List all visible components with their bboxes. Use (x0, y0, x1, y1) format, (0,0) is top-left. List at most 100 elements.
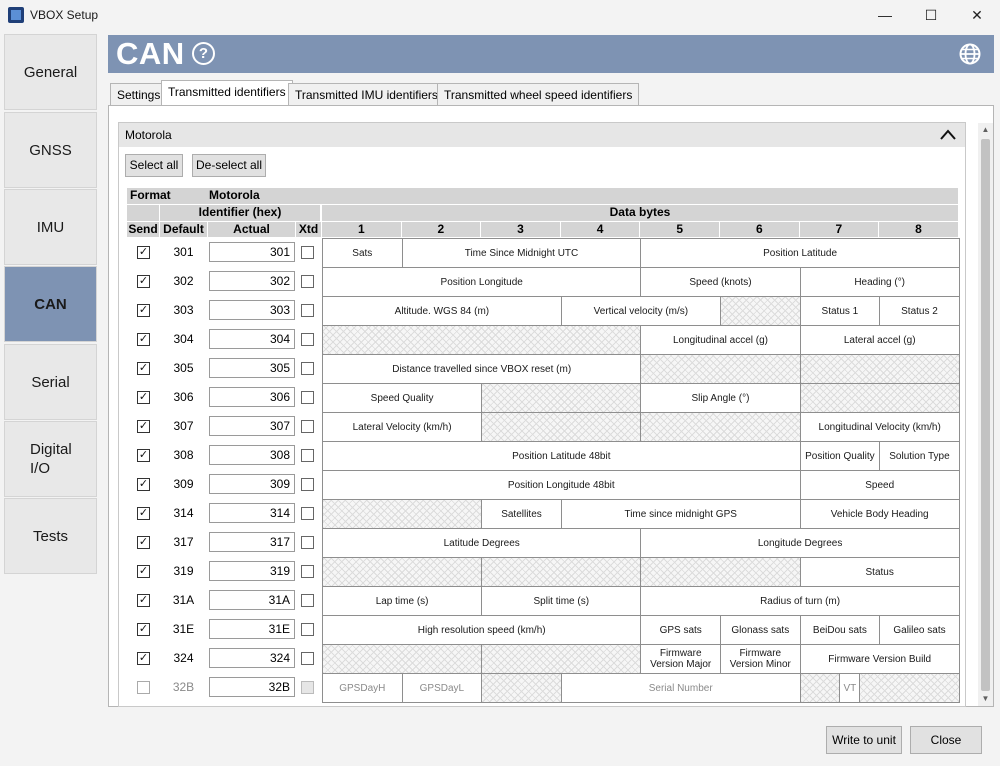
xtd-checkbox[interactable] (301, 565, 314, 578)
unused-byte-cell (322, 644, 483, 674)
tab-transmitted-imu-identifiers[interactable]: Transmitted IMU identifiers (288, 83, 445, 105)
xtd-checkbox[interactable] (301, 304, 314, 317)
data-field-cell: Speed Quality (322, 383, 483, 413)
scroll-thumb[interactable] (981, 139, 990, 691)
xtd-checkbox[interactable] (301, 391, 314, 404)
data-field-cell: Latitude Degrees (322, 528, 642, 558)
send-checkbox[interactable]: ✓ (137, 304, 150, 317)
sidebar-item-gnss[interactable]: GNSS (4, 112, 97, 188)
data-field-cell: Lateral Velocity (km/h) (322, 412, 483, 442)
group-header[interactable]: Motorola (119, 123, 965, 147)
send-checkbox[interactable]: ✓ (137, 333, 150, 346)
sidebar-item-digital-io[interactable]: Digital I/O (4, 421, 97, 497)
sidebar-item-serial[interactable]: Serial (4, 344, 97, 420)
send-checkbox[interactable]: ✓ (137, 420, 150, 433)
minimize-button[interactable]: — (862, 0, 908, 30)
data-field-cell: Speed (799, 470, 960, 500)
xtd-checkbox[interactable] (301, 594, 314, 607)
send-checkbox[interactable]: ✓ (137, 623, 150, 636)
scroll-down-arrow-icon[interactable]: ▼ (978, 692, 993, 706)
sidebar-item-general[interactable]: General (4, 34, 97, 110)
help-icon[interactable]: ? (192, 42, 215, 65)
actual-id-input[interactable]: 308 (209, 445, 295, 465)
actual-id-input[interactable]: 302 (209, 271, 295, 291)
xtd-checkbox[interactable] (301, 420, 314, 433)
tab-transmitted-wheel-speed-identifiers[interactable]: Transmitted wheel speed identifiers (437, 83, 640, 105)
xtd-checkbox[interactable] (301, 478, 314, 491)
xtd-checkbox[interactable] (301, 507, 314, 520)
actual-id-input[interactable]: 309 (209, 474, 295, 494)
send-checkbox[interactable]: ✓ (137, 565, 150, 578)
select-all-button[interactable]: Select all (125, 154, 183, 177)
default-id: 307 (173, 419, 194, 433)
send-checkbox[interactable]: ✓ (137, 275, 150, 288)
data-field-cell: Satellites (481, 499, 562, 529)
data-field-cell: High resolution speed (km/h) (322, 615, 642, 645)
xtd-checkbox[interactable] (301, 246, 314, 259)
send-checkbox[interactable]: ✓ (137, 246, 150, 259)
xtd-checkbox[interactable] (301, 681, 314, 694)
unused-byte-cell (640, 557, 801, 587)
tab-settings[interactable]: Settings (110, 83, 168, 105)
send-checkbox[interactable]: ✓ (137, 449, 150, 462)
send-checkbox[interactable] (137, 681, 150, 694)
sidebar-item-can[interactable]: CAN (4, 266, 97, 342)
xtd-checkbox[interactable] (301, 536, 314, 549)
sidebar-item-tests[interactable]: Tests (4, 498, 97, 574)
globe-icon[interactable] (959, 43, 981, 65)
unused-byte-cell (720, 296, 801, 326)
actual-id-input[interactable]: 32B (209, 677, 295, 697)
send-checkbox[interactable]: ✓ (137, 391, 150, 404)
actual-id-input[interactable]: 304 (209, 329, 295, 349)
xtd-checkbox[interactable] (301, 623, 314, 636)
actual-id-input[interactable]: 319 (209, 561, 295, 581)
close-window-button[interactable]: ✕ (954, 0, 1000, 30)
actual-id-input[interactable]: 301 (209, 242, 295, 262)
data-field-cell: Sats (322, 238, 403, 268)
xtd-checkbox[interactable] (301, 275, 314, 288)
sidebar-item-imu[interactable]: IMU (4, 189, 97, 265)
actual-id-input[interactable]: 317 (209, 532, 295, 552)
send-checkbox[interactable]: ✓ (137, 478, 150, 491)
actual-id-input[interactable]: 31E (209, 619, 295, 639)
unused-byte-cell (640, 354, 801, 384)
actual-id-input[interactable]: 31A (209, 590, 295, 610)
data-field-cell: Position Longitude 48bit (322, 470, 801, 500)
tab-transmitted-identifiers[interactable]: Transmitted identifiers (161, 80, 293, 105)
actual-id-input[interactable]: 305 (209, 358, 295, 378)
unused-byte-cell (322, 499, 483, 529)
actual-id-input[interactable]: 303 (209, 300, 295, 320)
data-field-cell: Galileo sats (879, 615, 960, 645)
xtd-checkbox[interactable] (301, 652, 314, 665)
data-field-cell: GPS sats (640, 615, 721, 645)
byte-number-header: 7 (799, 222, 879, 237)
data-field-cell: Serial Number (560, 673, 801, 703)
default-id: 31E (172, 622, 195, 636)
close-button[interactable]: Close (910, 726, 982, 754)
actual-id-input[interactable]: 307 (209, 416, 295, 436)
data-field-cell: Lateral accel (g) (799, 325, 960, 355)
actual-id-input[interactable]: 314 (209, 503, 295, 523)
send-checkbox[interactable]: ✓ (137, 507, 150, 520)
xtd-checkbox[interactable] (301, 333, 314, 346)
send-checkbox[interactable]: ✓ (137, 594, 150, 607)
maximize-button[interactable]: ☐ (908, 0, 954, 30)
actual-id-input[interactable]: 324 (209, 648, 295, 668)
col-actual-header: Actual (208, 222, 295, 237)
chevron-up-icon[interactable] (939, 126, 957, 144)
xtd-checkbox[interactable] (301, 362, 314, 375)
scroll-up-arrow-icon[interactable]: ▲ (978, 123, 993, 137)
send-checkbox[interactable]: ✓ (137, 362, 150, 375)
send-checkbox[interactable]: ✓ (137, 652, 150, 665)
write-to-unit-button[interactable]: Write to unit (826, 726, 902, 754)
vertical-scrollbar[interactable]: ▲ ▼ (978, 123, 993, 706)
default-id: 301 (173, 245, 194, 259)
data-field-cell: Position Quality (799, 441, 881, 471)
actual-id-input[interactable]: 306 (209, 387, 295, 407)
default-id: 309 (173, 477, 194, 491)
xtd-checkbox[interactable] (301, 449, 314, 462)
send-checkbox[interactable]: ✓ (137, 536, 150, 549)
format-row: Format Motorola (127, 188, 958, 204)
data-field-cell: Status 2 (879, 296, 960, 326)
deselect-all-button[interactable]: De-select all (192, 154, 266, 177)
